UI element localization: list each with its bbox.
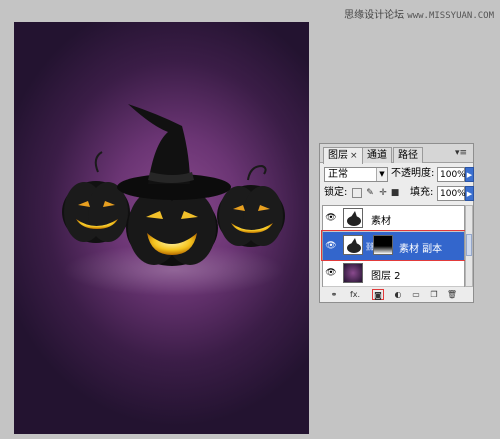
layers-scrollbar[interactable] xyxy=(465,205,473,287)
witch-hat xyxy=(117,104,231,200)
lock-transparency-icon[interactable] xyxy=(352,188,362,198)
watermark: 思缘设计论坛 www.MISSYUAN.COM xyxy=(344,6,494,21)
layer-row-selected[interactable]: 👁 ⛓ 素材 副本 xyxy=(323,232,464,261)
fx-icon[interactable]: fx. xyxy=(348,289,362,300)
tab-paths-label: 路径 xyxy=(398,150,418,161)
chevron-down-icon[interactable]: ▼ xyxy=(376,168,387,181)
tab-layers-label: 图层 xyxy=(328,150,348,161)
tab-paths[interactable]: 路径 xyxy=(393,147,423,163)
tab-channels-label: 通道 xyxy=(367,150,387,161)
tab-layers[interactable]: 图层 × xyxy=(323,147,363,164)
right-pumpkin xyxy=(217,164,285,247)
watermark-text: 思缘设计论坛 xyxy=(344,10,405,21)
eye-icon[interactable]: 👁 xyxy=(325,240,337,252)
opacity-arrow-icon[interactable]: ▶ xyxy=(465,167,474,182)
blend-opacity-row: 正常 ▼ 不透明度: 100% ▶ xyxy=(324,167,474,183)
eye-icon[interactable]: 👁 xyxy=(325,212,337,224)
adjustment-icon[interactable]: ◐ xyxy=(392,289,404,300)
layer-name: 素材 xyxy=(371,216,391,227)
layer-name: 图层 2 xyxy=(371,271,401,282)
tab-channels[interactable]: 通道 xyxy=(362,147,392,163)
lock-fill-row: 锁定: ✎ ✛ ■ 填充: 100% ▶ xyxy=(324,186,474,202)
watermark-site: www.MISSYUAN.COM xyxy=(407,11,494,21)
panel-menu-icon[interactable]: ▾≡ xyxy=(455,148,467,158)
layer-row[interactable]: 👁 素材 xyxy=(323,206,464,232)
trash-icon[interactable]: 🗑 xyxy=(446,289,458,300)
group-folder-icon[interactable]: ▭ xyxy=(410,289,422,300)
layer-name: 素材 副本 xyxy=(399,244,443,255)
opacity-label: 不透明度: xyxy=(391,168,435,179)
layer-thumbnail xyxy=(343,263,363,283)
blend-mode-select[interactable]: 正常 ▼ xyxy=(324,167,388,182)
mask-thumbnail xyxy=(373,235,393,255)
layers-panel: 图层 × 通道 路径 ▾≡ 正常 ▼ 不透明度: 100% ▶ 锁定: ✎ ✛ ■… xyxy=(319,143,474,303)
fill-arrow-icon[interactable]: ▶ xyxy=(465,186,474,201)
new-layer-icon[interactable]: ❐ xyxy=(428,289,440,300)
center-pumpkin xyxy=(126,190,218,266)
fill-label: 填充: xyxy=(410,187,434,198)
move-icon[interactable]: ✛ xyxy=(378,188,388,198)
close-icon[interactable]: × xyxy=(350,151,358,161)
add-mask-icon[interactable]: ◙ xyxy=(372,289,384,300)
panel-footer: ⚭ fx. ◙ ◐ ▭ ❐ 🗑 xyxy=(322,289,473,301)
scrollbar-thumb[interactable] xyxy=(466,234,472,256)
blend-mode-value: 正常 xyxy=(328,169,348,180)
brush-icon[interactable]: ✎ xyxy=(365,188,375,198)
document-canvas[interactable] xyxy=(14,22,309,434)
opacity-input[interactable]: 100% xyxy=(437,167,466,182)
layer-row[interactable]: 👁 图层 2 xyxy=(323,261,464,287)
pumpkin-artwork xyxy=(62,104,285,296)
link-icon[interactable]: ⚭ xyxy=(328,289,340,300)
eye-icon[interactable]: 👁 xyxy=(325,267,337,279)
left-pumpkin xyxy=(62,151,130,243)
layer-list: 👁 素材 👁 ⛓ 素材 副本 👁 图层 2 xyxy=(321,205,466,287)
panel-tab-bar: 图层 × 通道 路径 ▾≡ xyxy=(320,144,473,164)
layer-thumbnail xyxy=(343,235,363,255)
lock-label: 锁定: xyxy=(324,187,348,198)
fill-input[interactable]: 100% xyxy=(437,186,466,201)
lock-icon[interactable]: ■ xyxy=(390,188,400,198)
layer-thumbnail xyxy=(343,208,363,228)
